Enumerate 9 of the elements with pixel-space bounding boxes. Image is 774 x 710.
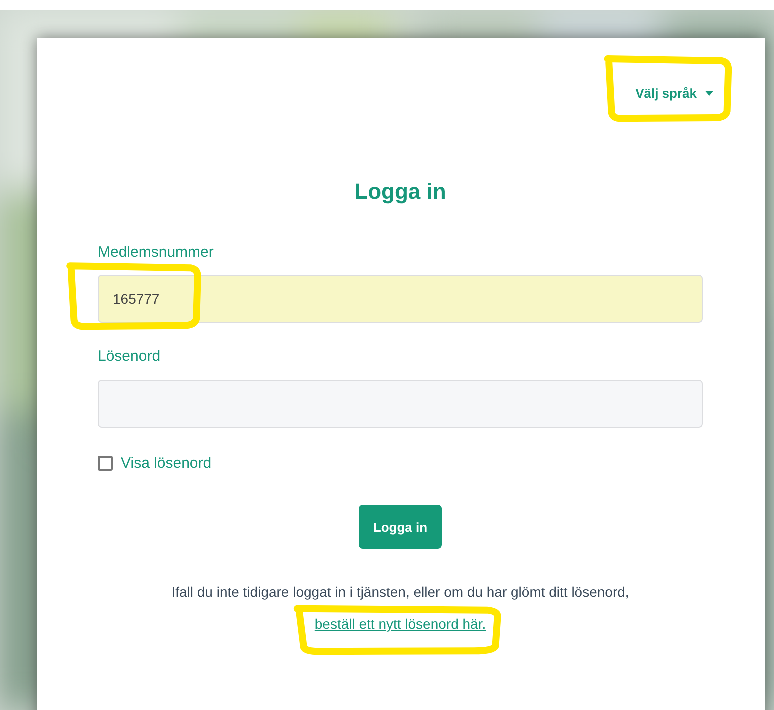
help-text: Ifall du inte tidigare loggat in i tjänsten, eller om du har glömt ditt lösenord, beställ ett nytt lösenord här. [68,578,733,638]
field-label: Lösenord [98,348,161,366]
field-label: Medlemsnummer [98,244,214,262]
checkbox-label: Visa lösenord [121,454,212,472]
page-title: Logga in [354,179,448,205]
login-button[interactable]: Logga in [359,505,442,549]
reset-password-link[interactable]: beställ ett nytt lösenord här. [314,616,486,632]
input-field[interactable]: 165777 [98,275,703,323]
language-dropdown[interactable]: Välj språk [632,82,718,104]
